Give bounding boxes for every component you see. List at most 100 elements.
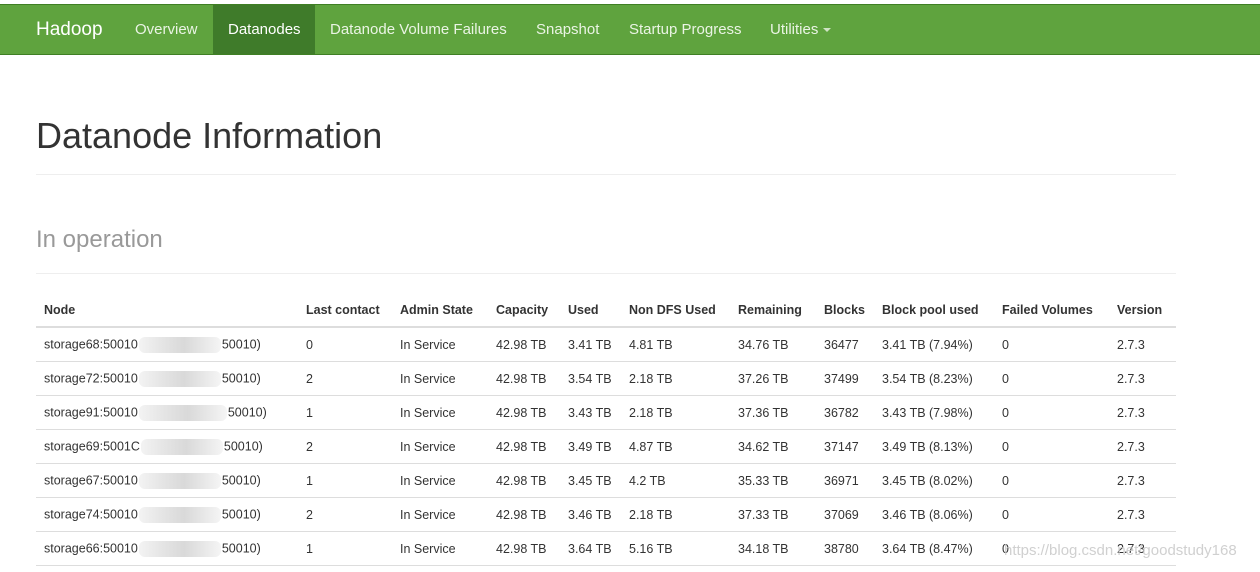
node-cell: storage66:50010 50010) [36,531,298,566]
last-contact-cell: 1 [298,395,392,430]
last-contact-cell: 2 [298,429,392,464]
capacity-cell: 42.98 TB [488,497,560,532]
nav-datanode-volume-failures[interactable]: Datanode Volume Failures [315,5,522,54]
top-navbar: Hadoop Overview Datanodes Datanode Volum… [0,4,1260,55]
nav-utilities-label: Utilities [770,21,819,38]
block-pool-used-cell: 3.45 TB (8.02%) [874,463,994,498]
nav-overview[interactable]: Overview [120,5,213,54]
used-cell: 3.49 TB [560,429,621,464]
non-dfs-used-cell: 4.81 TB [621,327,730,362]
blocks-cell: 36782 [816,395,874,430]
col-header-remaining[interactable]: Remaining [730,294,816,328]
last-contact-cell: 2 [298,361,392,396]
capacity-cell: 42.98 TB [488,531,560,566]
table-row: storage67:50010 50010) 1 In Service 42.98… [36,463,1176,498]
used-cell: 3.54 TB [560,361,621,396]
version-cell: 2.7.3 [1109,395,1176,430]
watermark-text: https://blog.csdn.net/goodstudy168 [1004,542,1237,559]
col-header-non-dfs-used[interactable]: Non DFS Used [621,294,730,328]
col-header-version[interactable]: Version [1109,294,1176,328]
block-pool-used-cell: 3.49 TB (8.13%) [874,429,994,464]
capacity-cell: 42.98 TB [488,361,560,396]
non-dfs-used-cell: 4.2 TB [621,463,730,498]
non-dfs-used-cell: 5.16 TB [621,531,730,566]
remaining-cell: 35.33 TB [730,463,816,498]
section-divider [36,273,1176,274]
col-header-node[interactable]: Node [36,294,298,328]
table-row: storage91:50010 50010) 1 In Service 42.98… [36,395,1176,430]
failed-volumes-cell: 0 [994,463,1109,498]
node-port: 50010) [227,404,267,419]
admin-state-cell: In Service [392,497,488,532]
remaining-cell: 34.18 TB [730,531,816,566]
col-header-last-contact[interactable]: Last contact [298,294,392,328]
nav-utilities-dropdown[interactable]: Utilities [755,5,846,54]
col-header-block-pool-used[interactable]: Block pool used [874,294,994,328]
failed-volumes-cell: 0 [994,395,1109,430]
admin-state-cell: In Service [392,463,488,498]
used-cell: 3.45 TB [560,463,621,498]
col-header-blocks[interactable]: Blocks [816,294,874,328]
node-port: 50010) [221,506,261,521]
node-name: storage68:50010 [44,336,138,351]
version-cell: 2.7.3 [1109,463,1176,498]
used-cell: 3.46 TB [560,497,621,532]
version-cell: 2.7.3 [1109,327,1176,362]
block-pool-used-cell: 3.41 TB (7.94%) [874,327,994,362]
node-port: 50010) [221,540,261,555]
node-name: storage67:50010 [44,472,138,487]
block-pool-used-cell: 3.46 TB (8.06%) [874,497,994,532]
table-row: storage72:50010 50010) 2 In Service 42.98… [36,361,1176,396]
nav-datanodes[interactable]: Datanodes [213,5,315,54]
node-port: 50010) [221,370,261,385]
col-header-admin-state[interactable]: Admin State [392,294,488,328]
node-port: 50010) [223,438,263,453]
redacted-address [138,404,227,421]
failed-volumes-cell: 0 [994,327,1109,362]
nav-startup-progress[interactable]: Startup Progress [614,5,757,54]
version-cell: 2.7.3 [1109,429,1176,464]
block-pool-used-cell: 3.43 TB (7.98%) [874,395,994,430]
node-cell: storage91:50010 50010) [36,395,298,430]
node-port: 50010) [221,472,261,487]
redacted-address [138,336,221,353]
node-name: storage91:50010 [44,404,138,419]
failed-volumes-cell: 0 [994,361,1109,396]
version-cell: 2.7.3 [1109,361,1176,396]
admin-state-cell: In Service [392,429,488,464]
col-header-used[interactable]: Used [560,294,621,328]
capacity-cell: 42.98 TB [488,327,560,362]
remaining-cell: 37.36 TB [730,395,816,430]
version-cell: 2.7.3 [1109,497,1176,532]
brand-link[interactable]: Hadoop [36,5,103,54]
last-contact-cell: 2 [298,497,392,532]
node-port: 50010) [221,336,261,351]
node-name: storage74:50010 [44,506,138,521]
remaining-cell: 37.33 TB [730,497,816,532]
used-cell: 3.41 TB [560,327,621,362]
remaining-cell: 34.76 TB [730,327,816,362]
nav-snapshot[interactable]: Snapshot [521,5,614,54]
node-cell: storage67:50010 50010) [36,463,298,498]
caret-down-icon [823,28,832,33]
table-header-row: Node Last contact Admin State Capacity U… [36,294,1176,328]
col-header-capacity[interactable]: Capacity [488,294,560,328]
table-row: storage68:50010 50010) 0 In Service 42.98… [36,327,1176,362]
remaining-cell: 37.26 TB [730,361,816,396]
used-cell: 3.43 TB [560,395,621,430]
last-contact-cell: 1 [298,531,392,566]
node-name: storage66:50010 [44,540,138,555]
last-contact-cell: 1 [298,463,392,498]
page-title: Datanode Information [36,115,383,156]
capacity-cell: 42.98 TB [488,395,560,430]
col-header-failed-volumes[interactable]: Failed Volumes [994,294,1109,328]
redacted-address [138,370,221,387]
section-heading: In operation [36,226,163,253]
node-cell: storage74:50010 50010) [36,497,298,532]
remaining-cell: 34.62 TB [730,429,816,464]
node-cell: storage68:50010 50010) [36,327,298,362]
block-pool-used-cell: 3.54 TB (8.23%) [874,361,994,396]
redacted-address [138,472,221,489]
node-name: storage72:50010 [44,370,138,385]
admin-state-cell: In Service [392,531,488,566]
